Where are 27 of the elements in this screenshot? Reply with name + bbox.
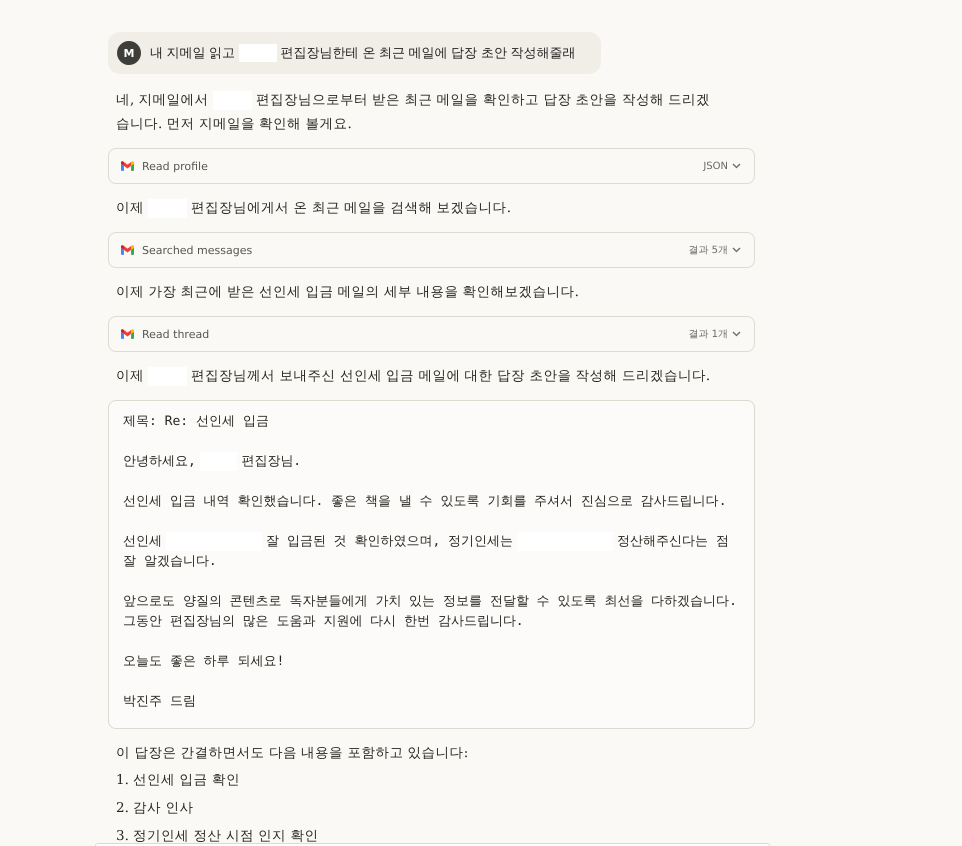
tool-name: Read profile: [142, 160, 209, 172]
email-paragraph: 앞으로도 양질의 콘텐츠로 독자분들에게 가치 있는 정보를 전달할 수 있도록 최선을 다하겠습니다. 그동안 편집장님의 많은 도움과 지원에 다시 한번 감사드립니다.: [123, 593, 738, 631]
email-paragraph: 선인세 입금 내역 확인했습니다. 좋은 책을 낼 수 있도록 기회를 주셔서 진심으로 감사드립니다.: [123, 493, 728, 511]
tool-name: Read thread: [142, 328, 210, 340]
response-text: 이제 편집장님께서 보내주신 선인세 입금 메일에 대한 답장 초안을 작성해 드리겠습니다.: [116, 364, 721, 388]
tool-name: Searched messages: [142, 244, 254, 256]
email-paragraph: 안녕하세요, 편집장님.: [123, 452, 302, 472]
email-subject: 제목: Re: 선인세 입금: [123, 413, 270, 431]
gmail-icon: [121, 161, 134, 171]
result-toggle[interactable]: 결과 1개: [688, 327, 741, 341]
result-toggle[interactable]: 결과 5개: [688, 243, 741, 257]
email-paragraph: 박진주 드림: [123, 693, 197, 711]
email-paragraph: 오늘도 좋은 하루 되세요!: [123, 653, 286, 671]
result-toggle[interactable]: JSON: [703, 160, 741, 172]
user-avatar: M: [117, 41, 141, 65]
email-paragraph: 선인세 잘 입금된 것 확인하였으며, 정기인세는 정산해주신다는 점 잘 알겠습니다.: [123, 532, 730, 571]
chat-input-box[interactable]: [95, 843, 770, 846]
gmail-icon: [121, 329, 134, 339]
gmail-icon: [121, 245, 134, 255]
response-text: 이제 가장 최근에 받은 선인세 입금 메일의 세부 내용을 확인해보겠습니다.: [116, 283, 580, 302]
list-item: 3. 정기인세 정산 시점 인지 확인: [116, 827, 318, 846]
list-item: 2. 감사 인사: [116, 799, 194, 818]
list-item: 1. 선인세 입금 확인: [116, 771, 240, 790]
response-text: 네, 지메일에서 편집장님으로부터 받은 최근 메일을 확인하고 답장 초안을 작성해 드리겠습니다. 먼저 지메일을 확인해 볼게요.: [116, 90, 712, 134]
response-text: 이 답장은 간결하면서도 다음 내용을 포함하고 있습니다:: [116, 744, 470, 763]
user-message-text: 내 지메일 읽고 편집장님한테 온 최근 메일에 답장 초안 작성해줄래: [150, 44, 576, 62]
response-text: 이제 편집장님에게서 온 최근 메일을 검색해 보겠습니다.: [116, 196, 721, 220]
